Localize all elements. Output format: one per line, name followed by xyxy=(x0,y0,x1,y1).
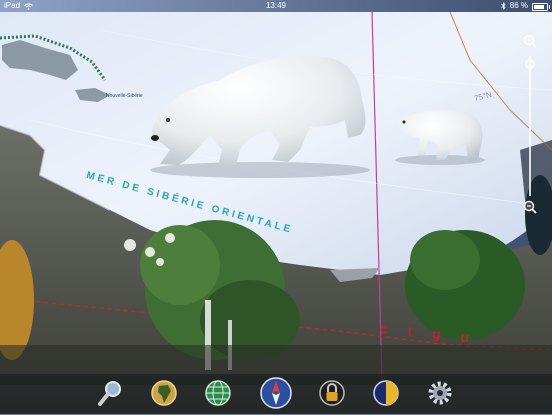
zoom-control[interactable] xyxy=(518,34,542,218)
battery-fill xyxy=(534,5,544,9)
battery-percent: 86 % xyxy=(509,1,528,10)
zoom-track[interactable] xyxy=(529,56,531,196)
status-bar: iPad 13:49 86 % xyxy=(0,0,552,12)
zoom-thumb[interactable] xyxy=(525,59,535,69)
clock: 13:49 xyxy=(265,1,287,10)
day-night-button[interactable] xyxy=(371,378,401,408)
bottom-toolbar xyxy=(0,374,552,414)
day-night-icon xyxy=(373,380,399,406)
battery-icon xyxy=(532,3,550,11)
region-label: Nouvelle-Sibérie xyxy=(106,93,143,99)
compass-icon xyxy=(260,377,292,409)
zoom-out-icon[interactable] xyxy=(523,200,537,214)
zoom-in-icon[interactable] xyxy=(523,34,537,48)
globe-grid-button[interactable] xyxy=(203,378,233,408)
bluetooth-icon xyxy=(500,2,506,10)
globe-grid-icon xyxy=(205,380,231,406)
magnifier-icon xyxy=(98,381,121,406)
continents-button[interactable] xyxy=(149,378,179,408)
gear-icon xyxy=(428,381,452,405)
search-button[interactable] xyxy=(96,378,126,408)
compass-button[interactable] xyxy=(259,376,293,410)
settings-button[interactable] xyxy=(425,378,455,408)
padlock-icon xyxy=(319,380,345,406)
lock-button[interactable] xyxy=(317,378,347,408)
africa-globe-icon xyxy=(151,380,177,406)
map-scene[interactable] xyxy=(0,0,552,414)
